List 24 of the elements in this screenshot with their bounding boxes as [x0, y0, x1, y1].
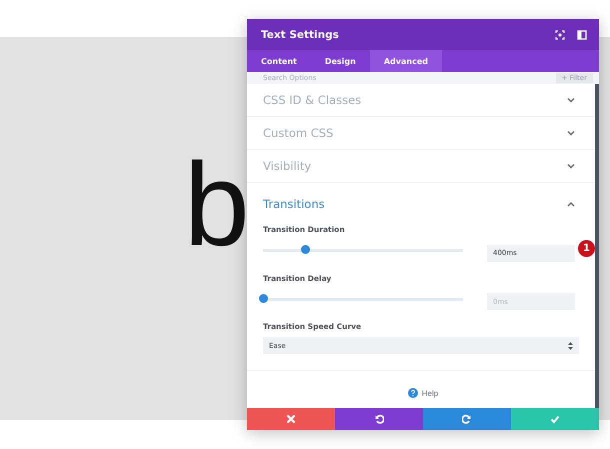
section-header[interactable]: Transitions [263, 183, 575, 225]
large-letter: b [184, 146, 250, 264]
check-icon [550, 414, 560, 424]
chevron-icon [567, 201, 575, 207]
undo-button[interactable] [335, 408, 423, 430]
updown-icon [568, 342, 573, 350]
close-icon [286, 414, 296, 424]
cancel-button[interactable] [247, 408, 335, 430]
undo-icon [374, 414, 384, 424]
help-link[interactable]: Help [402, 387, 444, 399]
expand-icon[interactable] [555, 30, 565, 40]
chevron-icon [567, 163, 575, 169]
chevron-icon [567, 97, 575, 103]
redo-icon [462, 414, 472, 424]
sidebar-icon[interactable] [577, 30, 587, 40]
number-badge: 1 [578, 240, 595, 257]
help-icon [408, 388, 418, 398]
slider-thumb[interactable] [300, 245, 310, 254]
tab[interactable]: Design [310, 50, 370, 72]
tab[interactable]: Content [247, 50, 311, 72]
chevron-icon [567, 130, 575, 136]
panel-title: Text Settings [261, 28, 340, 40]
slider-thumb[interactable] [258, 294, 268, 303]
tab[interactable]: Advanced [370, 50, 442, 72]
